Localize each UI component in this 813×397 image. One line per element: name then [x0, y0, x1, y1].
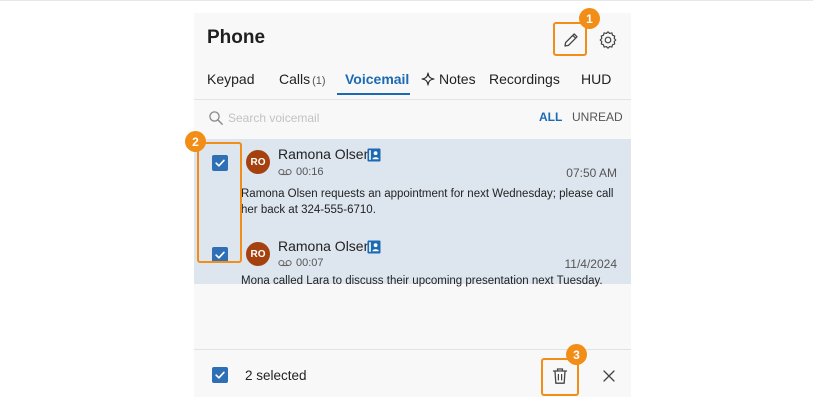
select-all-checkbox[interactable] [212, 367, 228, 383]
caller-name: Ramona Olsen [278, 146, 372, 162]
checkbox-highlight-box [197, 142, 242, 263]
tab-label: Notes [439, 71, 476, 87]
callout-badge: 3 [566, 344, 587, 365]
search-input[interactable] [228, 109, 378, 127]
tab-calls[interactable]: Calls (1) [279, 71, 326, 87]
duration-text: 00:16 [296, 166, 324, 178]
tabs-divider [194, 99, 631, 100]
voicemail-time: 07:50 AM [566, 166, 617, 180]
search-bar: ALL UNREAD [194, 109, 631, 131]
tab-label: HUD [581, 71, 612, 87]
avatar: RO [246, 242, 270, 266]
voicemail-icon [278, 259, 292, 267]
avatar: RO [246, 150, 270, 174]
caller-name: Ramona Olsen [278, 238, 372, 254]
page-title: Phone [207, 27, 266, 48]
voicemail-transcript: Ramona Olsen requests an appointment for… [241, 188, 614, 216]
duration-text: 00:07 [296, 257, 324, 269]
calls-count-badge: (1) [312, 75, 326, 87]
settings-button[interactable] [596, 28, 620, 52]
voicemail-time: 11/4/2024 [564, 257, 618, 271]
voicemail-duration: 00:07 [278, 257, 324, 269]
close-icon [603, 370, 615, 382]
sparkle-icon [421, 72, 435, 86]
edit-highlight-box [553, 22, 587, 56]
callout-badge: 1 [579, 8, 600, 29]
tab-label: Calls [279, 71, 311, 87]
tab-recordings[interactable]: Recordings [489, 71, 560, 87]
voicemail-transcript: Mona called Lara to discuss their upcomi… [241, 275, 603, 287]
voicemail-item[interactable]: RO Ramona Olsen 00:07 11/4/2024 Mona cal… [194, 221, 631, 287]
callout-badge: 2 [185, 131, 206, 152]
voicemail-icon [278, 168, 292, 176]
tab-hud[interactable]: HUD [581, 71, 611, 87]
top-divider [0, 0, 813, 1]
search-icon [209, 111, 223, 125]
voicemail-list: RO Ramona Olsen 00:16 07:50 AM Ramona Ol… [194, 139, 631, 287]
contact-card-icon[interactable] [367, 240, 381, 254]
phone-panel: Phone Keypad Calls (1) Voicemail Notes Re… [194, 13, 631, 397]
selected-count-label: 2 selected [245, 368, 307, 383]
gear-icon [599, 31, 617, 49]
tab-keypad[interactable]: Keypad [207, 71, 254, 87]
check-icon [215, 371, 225, 379]
tab-label: Voicemail [345, 71, 410, 87]
tab-label: Recordings [489, 71, 560, 87]
close-selection-button[interactable] [599, 366, 619, 386]
voicemail-item[interactable]: RO Ramona Olsen 00:16 07:50 AM Ramona Ol… [194, 139, 631, 221]
active-tab-indicator [337, 93, 410, 95]
tab-notes[interactable]: Notes [421, 71, 476, 87]
tab-label: Keypad [207, 71, 255, 87]
tab-voicemail[interactable]: Voicemail [345, 71, 409, 87]
voicemail-duration: 00:16 [278, 166, 324, 178]
tab-bar: Keypad Calls (1) Voicemail Notes Recordin… [194, 71, 631, 99]
contact-card-icon[interactable] [367, 148, 381, 162]
filter-unread[interactable]: UNREAD [572, 110, 623, 124]
filter-all[interactable]: ALL [539, 110, 562, 124]
